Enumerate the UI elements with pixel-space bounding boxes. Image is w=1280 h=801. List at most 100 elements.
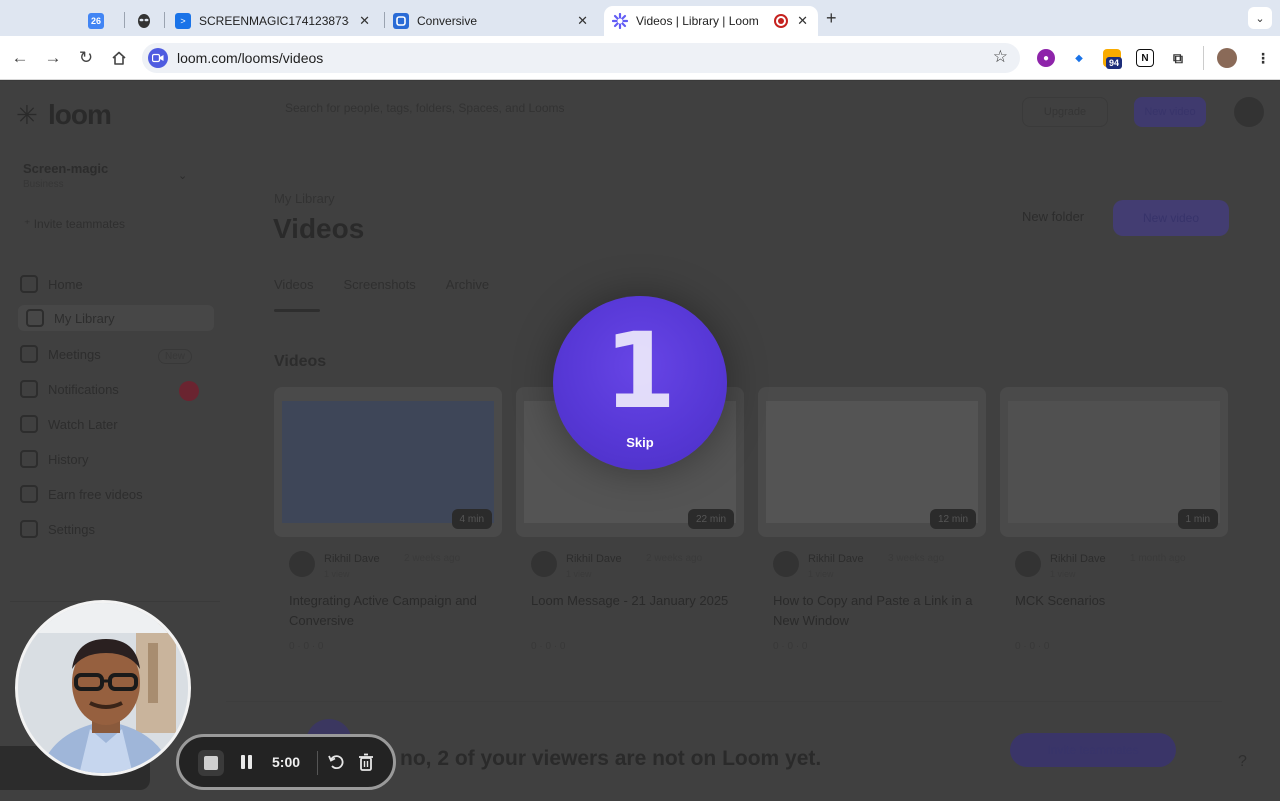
avatar[interactable] bbox=[1234, 97, 1264, 127]
new-folder-button[interactable]: New folder bbox=[1022, 209, 1084, 224]
view-count: 1 view bbox=[808, 569, 834, 579]
extension-purple-icon[interactable]: ● bbox=[1037, 49, 1055, 67]
webcam-person-image bbox=[18, 603, 188, 773]
chevron-down-icon[interactable]: ⌄ bbox=[178, 169, 187, 182]
invite-teammates-link[interactable]: ⁺ Invite teammates bbox=[24, 217, 125, 231]
close-icon[interactable]: ✕ bbox=[577, 13, 588, 29]
extension-badge: 94 bbox=[1106, 57, 1123, 69]
recording-timer: 5:00 bbox=[272, 754, 301, 770]
pause-icon[interactable] bbox=[241, 755, 253, 771]
trash-icon[interactable] bbox=[356, 752, 376, 772]
bookmark-icon bbox=[20, 415, 38, 433]
browser-toolbar: ← → ↻ loom.com/looms/videos ☆ ● ◆ N ⧉ ⋮ bbox=[0, 36, 1280, 80]
sidebar-item-notifications[interactable]: Notifications bbox=[20, 380, 119, 398]
author-name: Rikhil Dave bbox=[808, 553, 864, 565]
video-title[interactable]: Loom Message - 21 January 2025 bbox=[531, 591, 731, 611]
video-camera-icon bbox=[148, 48, 168, 68]
tab-title: SCREENMAGIC1741238734 E bbox=[199, 14, 349, 28]
tab-conversive[interactable]: Conversive ✕ bbox=[393, 6, 598, 36]
banner-invite-button[interactable]: Invite teammates bbox=[1010, 733, 1176, 767]
profile-avatar[interactable] bbox=[1217, 48, 1237, 68]
sidebar-item-library[interactable]: My Library bbox=[18, 305, 214, 331]
video-stats: 0 · 0 · 0 bbox=[1015, 641, 1050, 652]
upgrade-button[interactable]: Upgrade bbox=[1022, 97, 1108, 127]
gift-icon bbox=[20, 485, 38, 503]
home-button[interactable] bbox=[108, 47, 130, 69]
new-video-button[interactable]: New video bbox=[1113, 200, 1229, 236]
new-tab-button[interactable]: + bbox=[826, 8, 837, 29]
avatar bbox=[773, 551, 799, 577]
more-menu-icon[interactable]: ⋮ bbox=[1254, 49, 1272, 67]
tab-title: Conversive bbox=[417, 14, 478, 28]
video-title[interactable]: MCK Scenarios bbox=[1015, 591, 1215, 611]
arrow-right-icon: → bbox=[44, 48, 62, 67]
video-card[interactable]: 1 min Rikhil Dave 1 month ago 1 view MCK… bbox=[1000, 387, 1228, 657]
video-card[interactable]: 4 min Rikhil Dave 2 weeks ago 1 view Int… bbox=[274, 387, 502, 657]
search-input[interactable]: Search for people, tags, folders, Spaces… bbox=[285, 101, 565, 115]
video-thumbnail[interactable]: 12 min bbox=[758, 387, 986, 537]
new-tag: New bbox=[158, 349, 193, 364]
tab-screenmagic[interactable]: > SCREENMAGIC1741238734 E ✕ bbox=[175, 6, 380, 36]
webcam-bubble[interactable] bbox=[15, 600, 191, 776]
tab-screenshots[interactable]: Screenshots bbox=[344, 277, 416, 292]
countdown-number: 1 bbox=[603, 310, 677, 432]
workspace-name[interactable]: Screen-magic bbox=[23, 161, 108, 176]
tab-loom-active[interactable]: Videos | Library | Loom ✕ bbox=[604, 6, 818, 36]
arrow-left-icon: ← bbox=[11, 48, 29, 67]
video-title[interactable]: Integrating Active Campaign and Conversi… bbox=[289, 591, 489, 631]
restart-icon[interactable] bbox=[326, 752, 346, 772]
tab-videos[interactable]: Videos bbox=[274, 277, 314, 292]
video-card[interactable]: 12 min Rikhil Dave 3 weeks ago 1 view Ho… bbox=[758, 387, 986, 657]
help-icon[interactable]: ? bbox=[1238, 753, 1247, 771]
reload-button[interactable]: ↻ bbox=[75, 47, 97, 69]
tab-calendar[interactable]: 26 bbox=[88, 6, 116, 36]
top-new-video-button[interactable]: New video bbox=[1134, 97, 1206, 127]
toolbar-divider bbox=[1203, 46, 1204, 70]
active-tab-indicator bbox=[274, 309, 320, 312]
banner-text: no, 2 of your viewers are not on Loom ye… bbox=[400, 747, 822, 770]
library-icon bbox=[26, 309, 44, 327]
notion-icon[interactable]: N bbox=[1136, 49, 1154, 67]
video-thumbnail[interactable]: 4 min bbox=[274, 387, 502, 537]
video-thumbnail[interactable]: 1 min bbox=[1000, 387, 1228, 537]
sidebar-item-label: Home bbox=[48, 276, 83, 292]
tab-separator bbox=[164, 12, 165, 28]
sidebar-item-history[interactable]: History bbox=[20, 450, 88, 468]
back-button[interactable]: ← bbox=[9, 47, 31, 69]
address-bar[interactable]: loom.com/looms/videos ☆ bbox=[142, 43, 1020, 73]
avatar bbox=[531, 551, 557, 577]
sidebar-item-label: Settings bbox=[48, 521, 95, 537]
bookmark-star-icon[interactable]: ☆ bbox=[993, 47, 1008, 67]
tab-archive[interactable]: Archive bbox=[446, 277, 489, 292]
tab-search-button[interactable]: ⌄ bbox=[1248, 7, 1272, 29]
sidebar-item-home[interactable]: Home bbox=[20, 275, 83, 293]
sidebar-item-label: Meetings bbox=[48, 346, 101, 362]
sidebar-item-earn[interactable]: Earn free videos bbox=[20, 485, 143, 503]
reload-icon: ↻ bbox=[78, 48, 94, 67]
duration-badge: 12 min bbox=[929, 509, 976, 529]
close-icon[interactable]: ✕ bbox=[797, 13, 808, 29]
video-title[interactable]: How to Copy and Paste a Link in a New Wi… bbox=[773, 591, 973, 631]
loom-logo[interactable]: ✳ loom bbox=[16, 99, 112, 131]
section-title: Videos bbox=[274, 353, 327, 370]
tab-alien[interactable] bbox=[136, 6, 164, 36]
sidebar-item-meetings[interactable]: Meetings bbox=[20, 345, 101, 363]
extensions-puzzle-icon[interactable]: ⧉ bbox=[1169, 49, 1187, 67]
chevron-down-icon: ⌄ bbox=[1255, 12, 1265, 25]
view-count: 1 view bbox=[566, 569, 592, 579]
extension-tag-icon[interactable]: ◆ bbox=[1070, 49, 1088, 67]
breadcrumb[interactable]: My Library bbox=[274, 191, 335, 206]
invite-label: Invite teammates bbox=[33, 217, 126, 231]
sidebar-item-watch-later[interactable]: Watch Later bbox=[20, 415, 118, 433]
close-icon[interactable]: ✕ bbox=[359, 13, 370, 29]
posted-time: 2 weeks ago bbox=[646, 553, 703, 564]
tab-separator bbox=[124, 12, 125, 28]
avatar bbox=[289, 551, 315, 577]
stop-recording-button[interactable] bbox=[198, 750, 224, 776]
sidebar-item-settings[interactable]: Settings bbox=[20, 520, 95, 538]
tab-separator bbox=[384, 12, 385, 28]
skip-countdown-button[interactable]: Skip bbox=[553, 435, 727, 450]
home-icon bbox=[20, 275, 38, 293]
sidebar-item-label: Watch Later bbox=[48, 416, 118, 432]
forward-button[interactable]: → bbox=[42, 47, 64, 69]
